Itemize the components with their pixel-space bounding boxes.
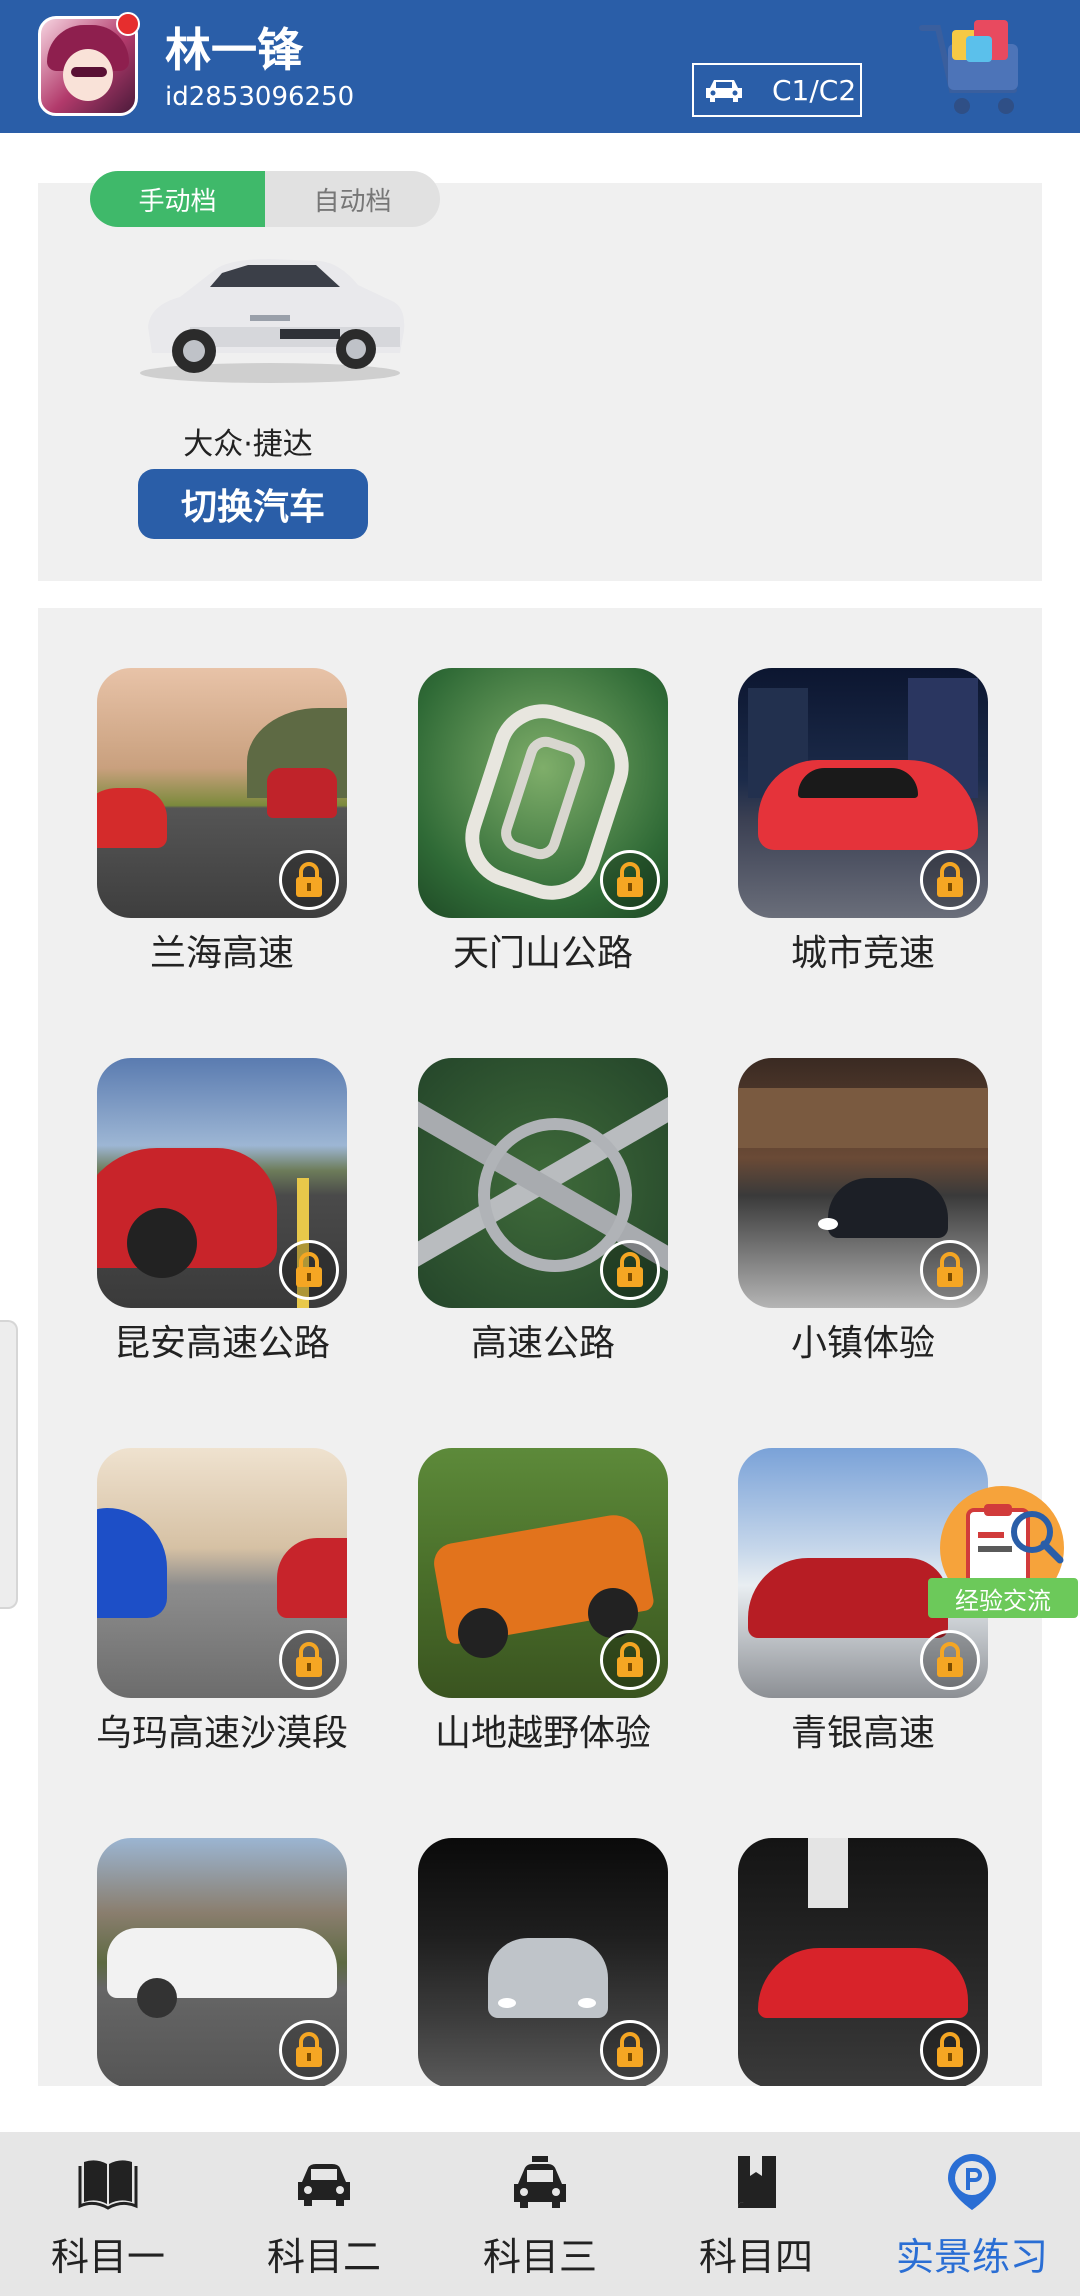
level-tile[interactable] <box>418 1838 668 2086</box>
license-type-selector[interactable]: C1/C2 <box>692 63 862 117</box>
car-icon <box>706 80 742 102</box>
lock-icon <box>279 850 339 910</box>
lock-icon <box>279 2020 339 2080</box>
level-label: 山地越野体验 <box>434 1713 651 1754</box>
level-thumbnail <box>418 668 668 918</box>
car-selection-panel: 手动档 自动档 大众·捷达 切换汽车 <box>38 171 1042 581</box>
notification-dot <box>116 12 140 36</box>
level-thumbnail <box>97 1058 347 1308</box>
book-open-icon <box>78 2160 138 2210</box>
level-thumbnail <box>97 1448 347 1698</box>
level-tile[interactable]: 天门山公路 <box>418 668 668 974</box>
level-thumbnail <box>738 1058 988 1308</box>
level-label: 城市竞速 <box>790 933 935 974</box>
nav-item-subject-one[interactable]: 科目一 <box>0 2132 216 2296</box>
transmission-toggle: 手动档 自动档 <box>90 171 440 227</box>
level-tile[interactable]: 昆安高速公路 <box>97 1058 347 1364</box>
lock-icon <box>600 1240 660 1300</box>
level-tile[interactable]: 小镇体验 <box>738 1058 988 1364</box>
level-thumbnail <box>418 1838 668 2086</box>
level-tile[interactable]: 城市竞速 <box>738 668 988 974</box>
level-tile[interactable]: 乌玛高速沙漠段 <box>96 1448 348 1754</box>
level-thumbnail <box>738 1838 988 2086</box>
license-type-label: C1/C2 <box>772 73 857 107</box>
top-header: 林一锋 id2853096250 C1/C2 <box>0 0 1080 133</box>
level-thumbnail <box>418 1448 668 1698</box>
level-label: 小镇体验 <box>790 1323 935 1364</box>
nav-item-subject-four[interactable]: 科目四 <box>648 2132 864 2296</box>
lock-icon <box>600 850 660 910</box>
tab-manual[interactable]: 手动档 <box>90 171 265 227</box>
nav-label: 科目二 <box>266 2235 381 2279</box>
username: 林一锋 <box>165 23 303 77</box>
level-thumbnail <box>97 1838 347 2086</box>
bottom-navigation: 科目一 科目二 科目三 科目四 实景练习 <box>0 2132 1080 2296</box>
lock-icon <box>920 1630 980 1690</box>
level-label: 青银高速 <box>790 1713 935 1754</box>
level-label: 高速公路 <box>470 1323 615 1364</box>
car-name: 大众·捷达 <box>183 427 313 462</box>
experience-exchange-button[interactable]: 经验交流 <box>928 1486 1078 1624</box>
level-label: 兰海高速 <box>149 933 294 974</box>
book-icon <box>738 2156 776 2208</box>
car-taxi-icon <box>514 2156 566 2208</box>
level-tile[interactable]: 高速公路 <box>418 1058 668 1364</box>
nav-label: 科目一 <box>50 2235 165 2279</box>
level-tile[interactable]: 兰海高速 <box>97 668 347 974</box>
nav-label: 科目四 <box>698 2235 813 2279</box>
level-thumbnail <box>97 668 347 918</box>
parking-pin-icon <box>948 2154 996 2210</box>
lock-icon <box>920 2020 980 2080</box>
nav-label: 实景练习 <box>895 2235 1048 2279</box>
shopping-cart-icon[interactable] <box>918 6 1028 124</box>
tab-automatic[interactable]: 自动档 <box>265 171 440 227</box>
level-tile[interactable] <box>738 1838 988 2086</box>
level-label: 乌玛高速沙漠段 <box>95 1713 348 1754</box>
car-image <box>140 259 405 383</box>
level-label: 天门山公路 <box>452 933 633 974</box>
nav-item-subject-three[interactable]: 科目三 <box>432 2132 648 2296</box>
user-id: id2853096250 <box>165 82 355 112</box>
nav-label: 科目三 <box>482 2235 597 2279</box>
car-icon <box>298 2164 350 2206</box>
level-tile[interactable] <box>97 1838 347 2086</box>
experience-exchange-label: 经验交流 <box>928 1578 1078 1618</box>
switch-car-button[interactable]: 切换汽车 <box>138 469 368 539</box>
lock-icon <box>920 850 980 910</box>
level-thumbnail <box>738 668 988 918</box>
lock-icon <box>600 2020 660 2080</box>
level-label: 昆安高速公路 <box>113 1323 330 1364</box>
level-grid: 兰海高速 天门山公路 城市竞速 昆安高速公路 高速公路 小镇体验 乌玛高速沙漠段… <box>38 608 1042 2086</box>
lock-icon <box>920 1240 980 1300</box>
side-drawer-handle[interactable] <box>0 1320 18 1609</box>
lock-icon <box>279 1240 339 1300</box>
lock-icon <box>279 1630 339 1690</box>
level-tile[interactable]: 山地越野体验 <box>418 1448 668 1754</box>
nav-item-real-scene-practice[interactable]: 实景练习 <box>864 2132 1080 2296</box>
nav-item-subject-two[interactable]: 科目二 <box>216 2132 432 2296</box>
level-thumbnail <box>418 1058 668 1308</box>
lock-icon <box>600 1630 660 1690</box>
